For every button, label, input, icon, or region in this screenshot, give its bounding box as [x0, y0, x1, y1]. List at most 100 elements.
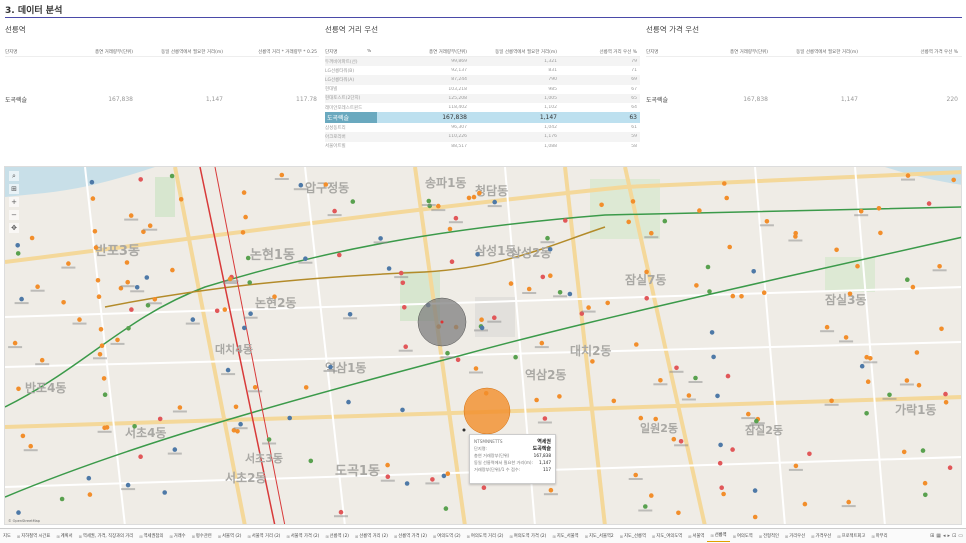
poi-icon — [847, 291, 853, 297]
sheet-icon: ⊞ — [688, 533, 692, 539]
poi-label-stub — [380, 479, 395, 482]
zoom-in-icon[interactable]: + — [9, 197, 19, 207]
sheet-tab[interactable]: ⊞ 선릉역 거리 (2) — [352, 531, 391, 542]
poi-icon — [86, 475, 92, 481]
sheet-tab[interactable]: ⊞ 지도_서울역 — [549, 531, 581, 542]
mid-table-row[interactable]: 현대토스트(2단지) 125,208 1,005 65 — [325, 93, 640, 103]
poi-icon — [643, 504, 648, 509]
map-search-icon[interactable]: ⌕ — [9, 171, 19, 181]
sheet-tab[interactable]: ⊞ 역세권점의 — [136, 531, 166, 542]
poi-icon — [843, 335, 849, 340]
pan-icon[interactable]: ✥ — [9, 223, 19, 233]
sheet-tab[interactable]: ⊞ 마무리 — [868, 531, 890, 542]
mid-table-row[interactable]: 서울아트빌 88,517 1,088 58 — [325, 142, 640, 151]
mid-table-row[interactable]: 삼성동트리 96,307 1,042 61 — [325, 123, 640, 132]
poi-label-stub — [243, 316, 258, 319]
sheet-tab[interactable]: ⊞ 거래수 — [166, 531, 188, 542]
sheet-tab[interactable]: ⊞ 전형적인 — [756, 531, 782, 542]
right-col-volume[interactable]: 총연 거래량부(단위) — [696, 49, 768, 55]
sheet-tab[interactable]: ⊞ 지도_선릉역 — [617, 531, 649, 542]
tooltip-row: 단지명: 도곡렉슬 — [474, 445, 551, 453]
poi-label-stub — [431, 209, 446, 212]
sheet-icon: ⊞ — [325, 533, 329, 539]
station-center-marker[interactable] — [440, 320, 444, 324]
sheet-tab[interactable]: ⊞ 선릉역 (2) — [322, 531, 352, 542]
sheet-tab-label: 거래수 — [173, 533, 186, 539]
sheet-tab[interactable]: ⊞ 계획서 — [53, 531, 75, 542]
poi-label-stub — [93, 357, 107, 360]
sheet-tab[interactable]: ⊞ 선릉역 가격 (2) — [391, 531, 430, 542]
sheet-tab[interactable]: 지도 — [0, 531, 14, 542]
poi-label-stub — [759, 224, 774, 227]
mid-table-row[interactable]: 래미안포레스트윈드 118,402 1,102 64 — [325, 103, 640, 112]
apartment-marker[interactable] — [462, 428, 466, 432]
mid-col-score[interactable]: 선릉역 거리 우선 % — [557, 49, 637, 55]
area-label: 서초3동 — [245, 451, 283, 465]
mid-table-row[interactable]: 현대빌 103,218 985 67 — [325, 85, 640, 94]
poi-icon — [61, 300, 66, 305]
poi-icon — [138, 177, 143, 182]
sheet-tab[interactable]: ⊞ 서울역 (2) — [215, 531, 245, 542]
poi-icon — [697, 208, 702, 213]
zoom-out-icon[interactable]: − — [9, 210, 19, 220]
sheet-tab[interactable]: ⊞ 평수관련 — [189, 531, 215, 542]
sheet-tab[interactable]: ⊞ 역세권, 가격, 직장과의 거리 — [76, 531, 137, 542]
mid-panel-title: 선릉역 거리 우선 — [325, 25, 379, 34]
left-col-name[interactable]: 단지명 — [5, 49, 75, 55]
left-col-distance[interactable]: 동일 선릉역에서 필요한 거리(m) — [133, 49, 223, 55]
left-table-row[interactable]: 도곡렉슬 167,838 1,147 117.78 — [5, 95, 319, 104]
sheet-tab[interactable]: ⊞ 여의도역 — [730, 531, 756, 542]
sheet-tab[interactable]: ⊞ 가격우선 — [808, 531, 834, 542]
mid-row-name: 래미안포레스트윈드 — [325, 105, 363, 111]
tab-nav-icon[interactable]: ▦ — [936, 533, 941, 539]
poi-icon — [626, 219, 631, 225]
mid-col-distance[interactable]: 동일 선릉역에서 필요한 거리(m) — [467, 49, 557, 55]
map-attribution[interactable]: © OpenStreetMap — [8, 519, 40, 523]
poi-icon — [513, 354, 518, 360]
right-col-distance[interactable]: 동일 선릉역에서 필요한 거리(m) — [768, 49, 858, 55]
sheet-tab[interactable]: ⊞ 여의도역 (2) — [430, 531, 464, 542]
apartment-buffer[interactable] — [463, 387, 511, 435]
poi-icon — [430, 477, 435, 482]
map-layer-icon[interactable]: ⊞ — [9, 184, 19, 194]
sheet-tab[interactable]: ⊞ 서울역 거리 (2) — [244, 531, 283, 542]
poi-icon — [477, 190, 482, 196]
poi-icon — [475, 252, 480, 257]
sheet-tab-label: 선릉역 — [714, 533, 727, 538]
mid-row-name: 현대빌 — [325, 87, 338, 93]
poi-icon — [694, 283, 699, 288]
sheet-tab[interactable]: ⊞ 프로젝트회고 — [834, 531, 868, 542]
poi-label-stub — [23, 449, 38, 452]
poi-label-stub — [839, 340, 854, 343]
tooltip-value: 167,838 — [533, 453, 551, 458]
mid-table-row[interactable]: 도곡렉슬 167,838 1,147 63 — [325, 112, 640, 124]
mid-col-pct[interactable]: % — [367, 49, 377, 54]
tab-nav-icon[interactable]: ▸ — [948, 533, 951, 539]
sheet-tab[interactable]: ⊞ 지하철역 시간표 — [14, 531, 53, 542]
tab-nav-icon[interactable]: ⊡ — [952, 533, 956, 539]
left-col-volume[interactable]: 총연 거래량부(단위) — [75, 49, 133, 55]
sheet-tab[interactable]: ⊞ 여의도역 거리 (2) — [464, 531, 507, 542]
poi-icon — [752, 488, 758, 493]
right-table-row[interactable]: 도곡렉슬 167,838 1,147 220 — [646, 95, 962, 104]
tab-nav-icon[interactable]: ▭ — [958, 533, 963, 539]
mid-table-row[interactable]: LG선릉타워(B) 92,137 831 71 — [325, 66, 640, 75]
mid-table-row[interactable]: 아크로리버 110,226 1,176 59 — [325, 132, 640, 142]
mid-col-volume[interactable]: 총연 거래량부(단위) — [377, 49, 467, 55]
mid-table-row[interactable]: LG선릉타워(A) 87,244 790 69 — [325, 75, 640, 85]
sheet-tab[interactable]: ⊞ 서울역 가격 (2) — [283, 531, 322, 542]
sheet-tab[interactable]: ⊞ 지도_서울역2 — [582, 531, 617, 542]
sheet-tab[interactable]: ⊞ 여의도역 가격 (2) — [506, 531, 549, 542]
sheet-tab[interactable]: ⊞ 서울역 — [685, 531, 707, 542]
sheet-tab[interactable]: ⊞ 선릉역 — [707, 531, 730, 542]
sheet-tab[interactable]: ⊞ 지도_여의도역 — [649, 531, 685, 542]
tab-nav-icon[interactable]: ◂ — [943, 533, 946, 539]
mid-col-name[interactable]: 단지명 — [325, 49, 367, 55]
left-col-score[interactable]: 선릉역 거리 * 거래량부 * 0.25 — [223, 49, 317, 55]
mid-row-volume: 167,838 — [442, 114, 467, 122]
tab-nav-icon[interactable]: ⊞ — [930, 533, 934, 539]
right-col-score[interactable]: 선릉역 가격 우선 % — [858, 49, 958, 55]
sheet-tab[interactable]: ⊞ 거리우선 — [782, 531, 808, 542]
mid-table-row[interactable]: 두꺼비아파트(선) 99,869 1,321 79 — [325, 57, 640, 67]
right-col-name[interactable]: 단지명 — [646, 49, 696, 55]
